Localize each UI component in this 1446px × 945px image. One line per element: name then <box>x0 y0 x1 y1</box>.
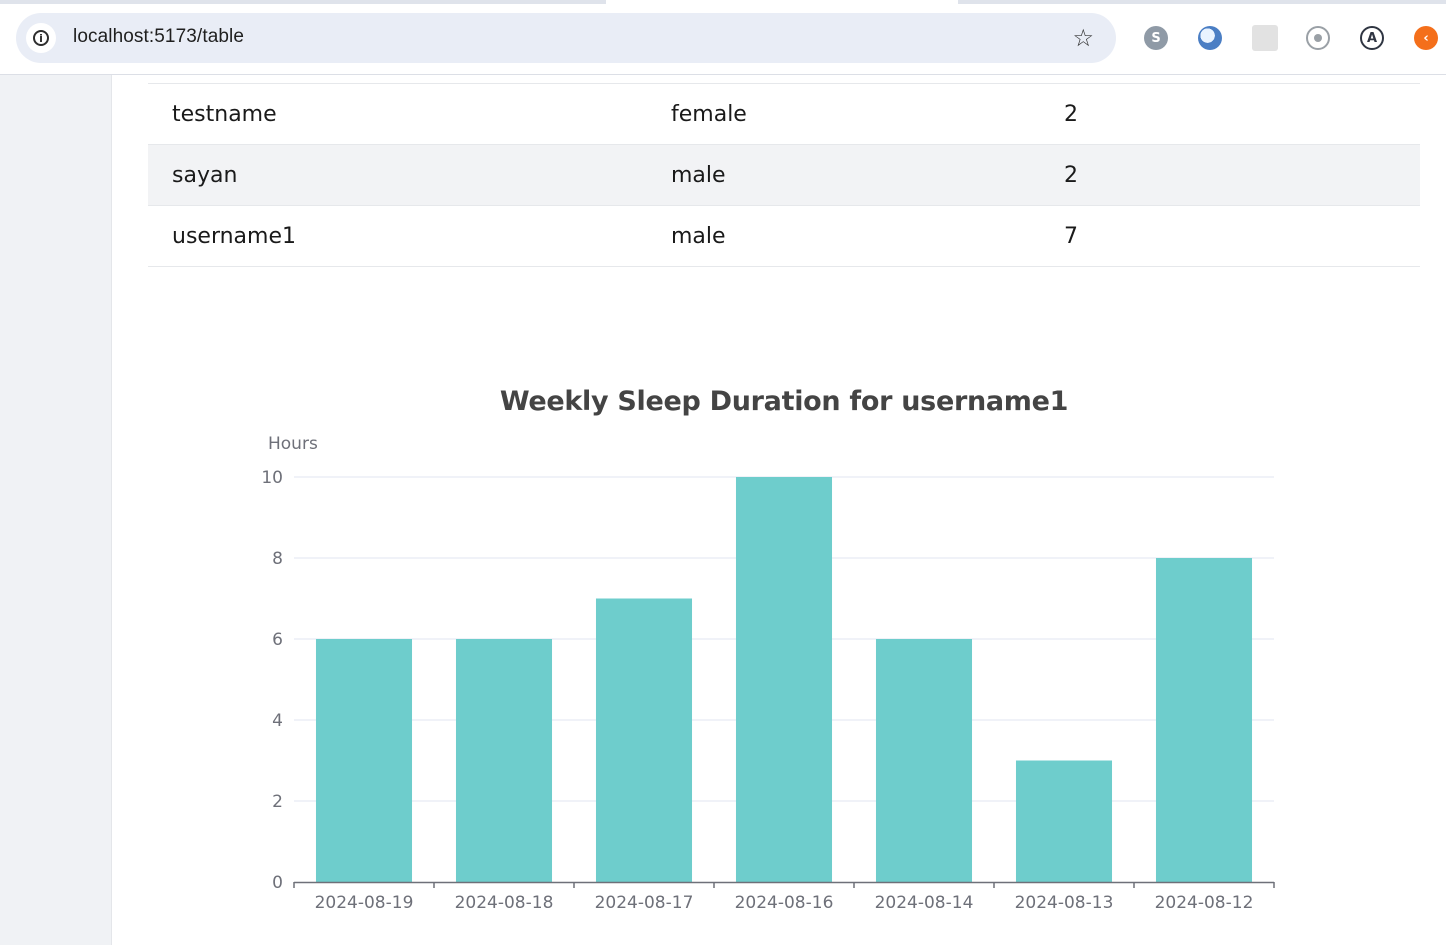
orange-icon[interactable]: ‹ <box>1414 26 1438 50</box>
grey-square-icon[interactable] <box>1252 25 1278 51</box>
blue-circle-icon[interactable] <box>1198 26 1222 50</box>
table-row[interactable]: username1 male 7 <box>148 205 1420 267</box>
x-tick-label: 2024-08-17 <box>595 893 694 913</box>
y-tick-label: 4 <box>272 711 283 731</box>
sidebar <box>0 75 112 945</box>
users-table: testname female 2 sayan male 2 username1… <box>148 83 1420 267</box>
x-tick-label: 2024-08-19 <box>315 893 414 913</box>
x-tick-label: 2024-08-18 <box>455 893 554 913</box>
name-cell: sayan <box>172 163 238 188</box>
count-cell: 2 <box>1064 102 1078 127</box>
a-circle-icon[interactable]: A <box>1360 26 1384 50</box>
bar <box>315 639 413 882</box>
url-text[interactable]: localhost:5173/table <box>73 26 244 48</box>
active-tab[interactable] <box>606 0 958 4</box>
count-cell: 7 <box>1064 224 1078 249</box>
bar <box>735 477 833 882</box>
x-tick-label: 2024-08-16 <box>735 893 834 913</box>
y-tick-label: 2 <box>272 792 283 812</box>
gender-cell: male <box>671 163 726 188</box>
bar <box>1015 760 1113 882</box>
count-cell: 2 <box>1064 163 1078 188</box>
bar <box>455 639 553 882</box>
chart-title: Weekly Sleep Duration for username1 <box>499 386 1069 417</box>
info-icon: i <box>33 30 49 46</box>
name-cell: username1 <box>172 224 296 249</box>
y-tick-label: 0 <box>272 873 283 893</box>
x-tick-label: 2024-08-12 <box>1155 893 1254 913</box>
bar <box>1155 558 1253 882</box>
name-cell: testname <box>172 102 277 127</box>
y-tick-label: 8 <box>272 549 283 569</box>
address-bar[interactable]: i localhost:5173/table ☆ <box>16 13 1116 63</box>
table-row[interactable]: testname female 2 <box>148 83 1420 144</box>
target-icon[interactable] <box>1306 26 1330 50</box>
skype-icon[interactable]: S <box>1144 26 1168 50</box>
browser-toolbar: i localhost:5173/table ☆ S A ‹ <box>0 0 1446 75</box>
x-tick-label: 2024-08-14 <box>875 893 974 913</box>
tab-strip <box>0 0 1446 4</box>
y-tick-label: 6 <box>272 630 283 650</box>
y-tick-label: 10 <box>261 468 283 488</box>
bar <box>875 639 973 882</box>
x-tick-label: 2024-08-13 <box>1015 893 1114 913</box>
table-row[interactable]: sayan male 2 <box>148 144 1420 205</box>
bar <box>595 598 693 882</box>
site-info-button[interactable]: i <box>26 23 56 53</box>
gender-cell: male <box>671 224 726 249</box>
y-axis-label: Hours <box>268 434 318 454</box>
bookmark-star-icon[interactable]: ☆ <box>1072 23 1094 53</box>
gender-cell: female <box>671 102 747 127</box>
